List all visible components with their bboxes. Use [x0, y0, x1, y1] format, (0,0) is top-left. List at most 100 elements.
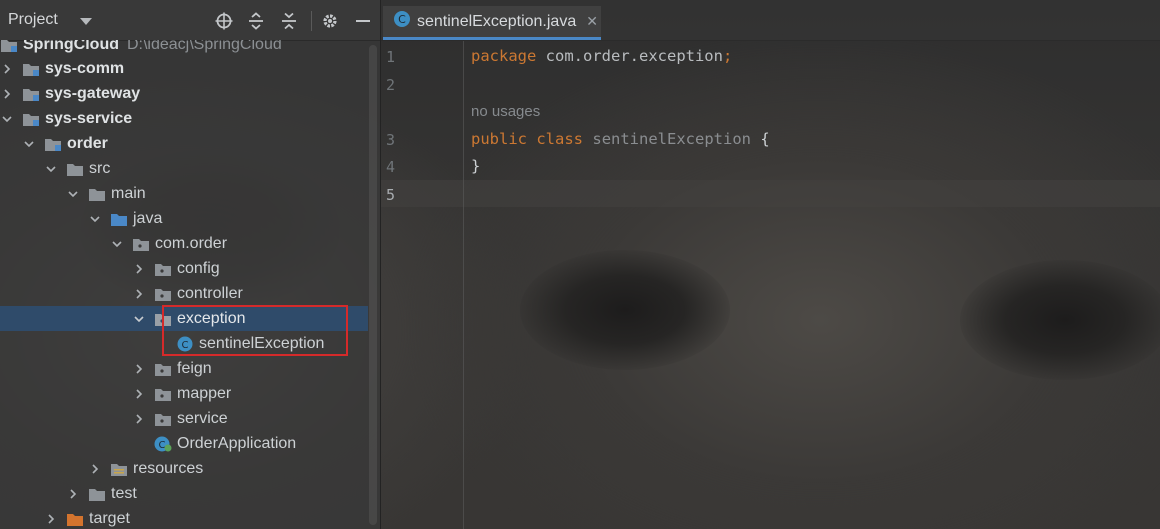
chevron-right-icon[interactable] — [0, 87, 14, 101]
project-panel-header: Project — [0, 0, 380, 41]
tree-item-label: src — [89, 159, 111, 177]
tree-item-controller[interactable]: controller — [0, 281, 368, 306]
chevron-down-icon[interactable] — [22, 137, 36, 151]
tree-item-label: controller — [177, 284, 243, 302]
excluded-folder-icon — [66, 511, 84, 527]
keyword-class: class — [536, 130, 584, 148]
header-separator — [311, 11, 312, 31]
chevron-down-icon[interactable] — [44, 162, 58, 176]
chevron-right-icon[interactable] — [44, 512, 58, 526]
module-folder-icon — [22, 86, 40, 102]
code-line-1[interactable]: package com.order.exception; — [471, 47, 732, 65]
source-folder-icon — [110, 211, 128, 227]
hide-panel-icon[interactable] — [354, 12, 372, 30]
tree-item-src[interactable]: src — [0, 156, 368, 181]
chevron-down-icon[interactable] — [132, 312, 146, 326]
tree-item-resources[interactable]: resources — [0, 456, 368, 481]
chevron-right-icon[interactable] — [132, 412, 146, 426]
chevron-right-icon[interactable] — [0, 62, 14, 76]
module-folder-icon — [22, 61, 40, 77]
tree-item-config[interactable]: config — [0, 256, 368, 281]
tree-item-label: config — [177, 259, 220, 277]
tree-item-sys-gateway[interactable]: sys-gateway — [0, 81, 368, 106]
module-folder-icon — [22, 111, 40, 127]
package-icon — [154, 361, 172, 377]
code-line-3[interactable]: public class sentinelException { — [471, 130, 770, 148]
tree-item-target[interactable]: target — [0, 506, 368, 529]
package-name: com.order.exception — [545, 47, 723, 65]
project-tree: SpringCloud D:\ideacj\SpringCloud sys-co… — [0, 40, 368, 529]
package-icon — [132, 236, 150, 252]
tree-scrollbar[interactable] — [369, 45, 377, 525]
usage-hint[interactable]: no usages — [471, 103, 540, 120]
line-number: 2 — [386, 76, 396, 94]
chevron-right-icon[interactable] — [88, 462, 102, 476]
tree-item-label: sys-gateway — [45, 84, 141, 102]
chevron-down-icon[interactable] — [110, 237, 124, 251]
tree-item-label: target — [89, 509, 130, 527]
expand-all-icon[interactable] — [247, 12, 265, 30]
tab-label: sentinelException.java — [417, 12, 577, 30]
line-number: 1 — [386, 48, 396, 66]
tree-item-com-order[interactable]: com.order — [0, 231, 368, 256]
tree-item-label: OrderApplication — [177, 434, 297, 452]
folder-icon — [88, 486, 106, 502]
chevron-right-icon[interactable] — [132, 262, 146, 276]
open-brace: { — [760, 130, 770, 148]
tree-item-order[interactable]: order — [0, 131, 368, 156]
class-name: sentinelException — [592, 130, 751, 148]
tree-item-test[interactable]: test — [0, 481, 368, 506]
view-dropdown-icon[interactable] — [79, 17, 92, 25]
tree-item-label: mapper — [177, 384, 232, 402]
svg-text:C: C — [398, 13, 406, 26]
tree-item-springcloud[interactable]: SpringCloud D:\ideacj\SpringCloud — [0, 40, 368, 57]
keyword-package: package — [471, 47, 537, 65]
tree-item-feign[interactable]: feign — [0, 356, 368, 381]
gutter-divider — [463, 41, 464, 529]
project-panel: Project SpringCloud D:\ideacj\SpringClou… — [0, 0, 381, 529]
tree-item-label: SpringCloud — [23, 40, 119, 53]
tree-item-mapper[interactable]: mapper — [0, 381, 368, 406]
chevron-right-icon[interactable] — [132, 387, 146, 401]
module-folder-icon — [44, 136, 62, 152]
chevron-right-icon[interactable] — [66, 487, 80, 501]
gear-icon[interactable] — [321, 12, 339, 30]
svg-text:C: C — [159, 440, 166, 451]
close-icon[interactable]: ✕ — [586, 13, 598, 30]
tree-item-main[interactable]: main — [0, 181, 368, 206]
tree-item-label: sys-service — [45, 109, 133, 127]
chevron-down-icon[interactable] — [88, 212, 102, 226]
package-icon — [154, 386, 172, 402]
tree-item-label: main — [111, 184, 146, 202]
close-brace: } — [471, 157, 481, 175]
chevron-right-icon[interactable] — [132, 287, 146, 301]
tree-item-sys-service[interactable]: sys-service — [0, 106, 368, 131]
tree-item-label: service — [177, 409, 228, 427]
editor-gutter — [381, 41, 463, 529]
class-icon: C — [393, 10, 411, 33]
tree-item-sys-comm[interactable]: sys-comm — [0, 56, 368, 81]
line-number: 3 — [386, 131, 396, 149]
tree-item-label: test — [111, 484, 137, 502]
tree-item-java[interactable]: java — [0, 206, 368, 231]
tree-item-label: com.order — [155, 234, 228, 252]
tree-item-orderapplication[interactable]: C OrderApplication — [0, 431, 368, 456]
keyword-public: public — [471, 130, 527, 148]
tree-item-label: order — [67, 134, 108, 152]
chevron-right-icon[interactable] — [132, 362, 146, 376]
tab-sentinelexception-java[interactable]: C sentinelException.java ✕ — [383, 6, 601, 40]
folder-icon — [66, 161, 84, 177]
tree-item-label: feign — [177, 359, 212, 377]
resources-folder-icon — [110, 461, 128, 477]
collapse-all-icon[interactable] — [280, 12, 298, 30]
locate-file-icon[interactable] — [215, 12, 233, 30]
tree-item-service[interactable]: service — [0, 406, 368, 431]
semicolon: ; — [722, 47, 733, 65]
tree-item-path: D:\ideacj\SpringCloud — [126, 40, 282, 53]
editor-tab-bar: C sentinelException.java ✕ — [381, 0, 1160, 41]
project-panel-title[interactable]: Project — [8, 11, 58, 29]
chevron-down-icon[interactable] — [0, 112, 14, 126]
folder-icon — [88, 186, 106, 202]
code-line-4[interactable]: } — [471, 157, 480, 175]
chevron-down-icon[interactable] — [66, 187, 80, 201]
